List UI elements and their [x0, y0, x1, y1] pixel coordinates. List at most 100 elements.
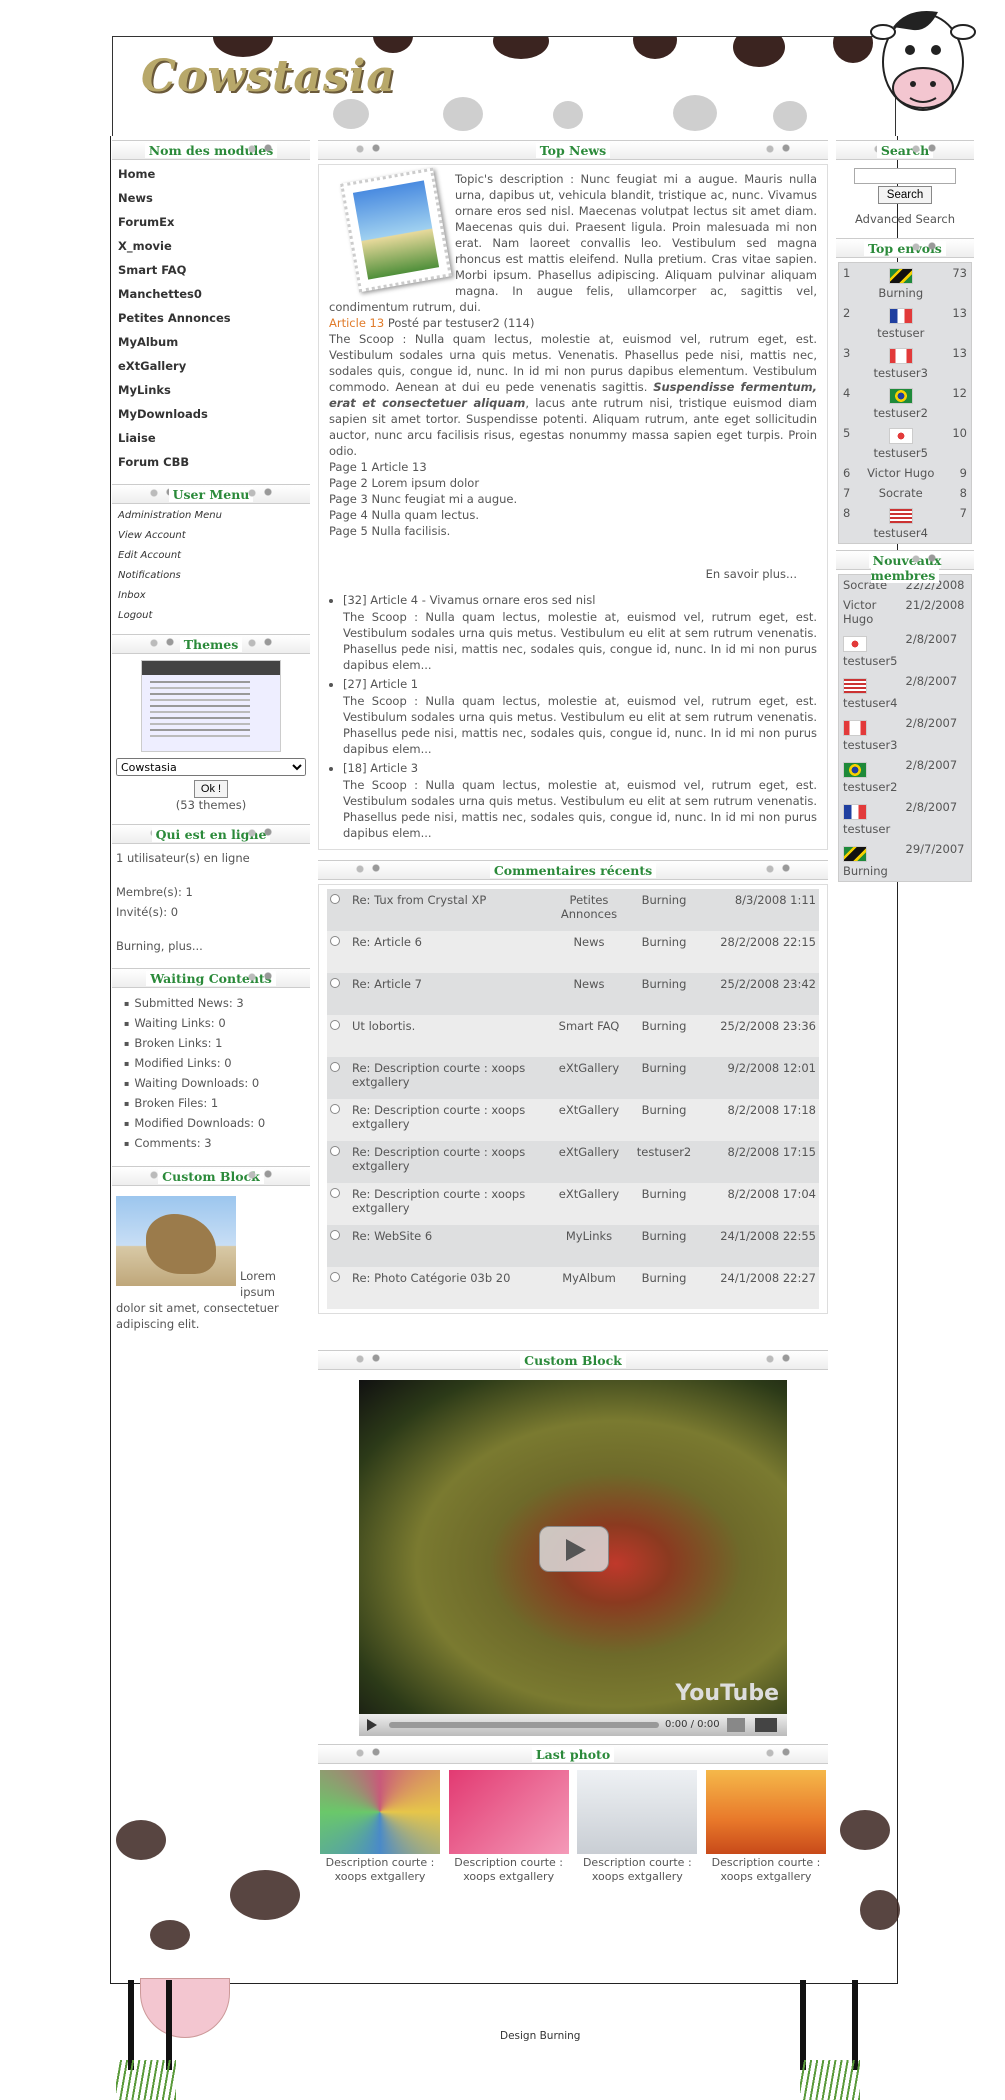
- comment-user[interactable]: Burning: [629, 1267, 699, 1309]
- volume-icon[interactable]: [727, 1718, 745, 1732]
- table-row[interactable]: Re: Article 7 News Burning 25/2/2008 23:42: [327, 973, 819, 1015]
- online-more-link[interactable]: Burning, plus...: [112, 936, 310, 956]
- comment-module[interactable]: MyAlbum: [549, 1267, 629, 1309]
- comment-module[interactable]: Petites Annonces: [549, 889, 629, 931]
- photo-thumb[interactable]: Description courte : xoops extgallery: [448, 1770, 569, 1884]
- menu-item-forumex[interactable]: ForumEx: [112, 212, 310, 236]
- user-menu-view-account[interactable]: View Account: [112, 528, 310, 548]
- fullscreen-icon[interactable]: [755, 1718, 777, 1732]
- menu-item-myalbum[interactable]: MyAlbum: [112, 332, 310, 356]
- new-member-name[interactable]: testuser5: [843, 654, 898, 668]
- page-link[interactable]: Page 3 Nunc feugiat mi a augue.: [329, 491, 817, 507]
- table-row[interactable]: Re: Description courte : xoops extgaller…: [327, 1057, 819, 1099]
- user-menu-logout[interactable]: Logout: [112, 608, 310, 628]
- photo-thumb[interactable]: Description courte : xoops extgallery: [577, 1770, 698, 1884]
- top-poster-name[interactable]: testuser2: [861, 406, 941, 420]
- user-menu-administration[interactable]: Administration Menu: [112, 508, 310, 528]
- comment-user[interactable]: testuser2: [629, 1141, 699, 1183]
- waiting-item[interactable]: Modified Downloads: 0: [124, 1114, 306, 1134]
- comment-user[interactable]: Burning: [629, 1015, 699, 1057]
- comment-subject[interactable]: Re: Tux from Crystal XP: [349, 889, 549, 931]
- comment-module[interactable]: MyLinks: [549, 1225, 629, 1267]
- menu-item-liaise[interactable]: Liaise: [112, 428, 310, 452]
- comment-module[interactable]: eXtGallery: [549, 1099, 629, 1141]
- menu-item-mydownloads[interactable]: MyDownloads: [112, 404, 310, 428]
- comment-user[interactable]: Burning: [629, 931, 699, 973]
- comment-user[interactable]: Burning: [629, 1099, 699, 1141]
- comment-subject[interactable]: Re: WebSite 6: [349, 1225, 549, 1267]
- comment-subject[interactable]: Re: Photo Catégorie 03b 20: [349, 1267, 549, 1309]
- new-member-name[interactable]: testuser3: [843, 738, 898, 752]
- user-menu-inbox[interactable]: Inbox: [112, 588, 310, 608]
- page-link[interactable]: Page 4 Nulla quam lectus.: [329, 507, 817, 523]
- table-row[interactable]: Re: Article 6 News Burning 28/2/2008 22:15: [327, 931, 819, 973]
- top-poster-name[interactable]: testuser4: [861, 526, 941, 540]
- comment-user[interactable]: Burning: [629, 973, 699, 1015]
- table-row[interactable]: Re: Photo Catégorie 03b 20 MyAlbum Burning…: [327, 1267, 819, 1309]
- site-logo[interactable]: Cowstasia: [141, 51, 396, 102]
- article-title-link[interactable]: [32] Article 4 - Vivamus ornare eros sed…: [343, 591, 817, 609]
- top-poster-name[interactable]: Socrate: [861, 486, 941, 500]
- menu-item-manchettes[interactable]: Manchettes0: [112, 284, 310, 308]
- read-more-link[interactable]: En savoir plus...: [329, 539, 817, 591]
- comment-subject[interactable]: Ut lobortis.: [349, 1015, 549, 1057]
- advanced-search-link[interactable]: Advanced Search: [836, 204, 974, 238]
- menu-item-petites-annonces[interactable]: Petites Annonces: [112, 308, 310, 332]
- page-link[interactable]: Page 5 Nulla facilisis.: [329, 523, 817, 539]
- video-player[interactable]: YouTube 0:00 / 0:00: [359, 1380, 787, 1736]
- waiting-item[interactable]: Comments: 3: [124, 1134, 306, 1154]
- new-member-name[interactable]: Burning: [843, 864, 898, 878]
- top-poster-name[interactable]: Burning: [861, 286, 941, 300]
- small-play-icon[interactable]: [367, 1719, 377, 1731]
- new-member-name[interactable]: testuser2: [843, 780, 898, 794]
- comment-module[interactable]: News: [549, 931, 629, 973]
- comment-subject[interactable]: Re: Article 6: [349, 931, 549, 973]
- waiting-item[interactable]: Broken Files: 1: [124, 1094, 306, 1114]
- article-title-link[interactable]: [27] Article 1: [343, 675, 817, 693]
- user-menu-edit-account[interactable]: Edit Account: [112, 548, 310, 568]
- comment-subject[interactable]: Re: Description courte : xoops extgaller…: [349, 1141, 549, 1183]
- menu-item-smart-faq[interactable]: Smart FAQ: [112, 260, 310, 284]
- new-member-name[interactable]: Victor Hugo: [843, 598, 898, 626]
- comment-module[interactable]: eXtGallery: [549, 1057, 629, 1099]
- comment-user[interactable]: Burning: [629, 1225, 699, 1267]
- table-row[interactable]: Re: Description courte : xoops extgaller…: [327, 1141, 819, 1183]
- seek-bar[interactable]: [389, 1722, 659, 1728]
- menu-item-mylinks[interactable]: MyLinks: [112, 380, 310, 404]
- comment-subject[interactable]: Re: Description courte : xoops extgaller…: [349, 1183, 549, 1225]
- table-row[interactable]: Re: Tux from Crystal XP Petites Annonces B…: [327, 889, 819, 931]
- search-input[interactable]: [854, 168, 956, 184]
- comment-subject[interactable]: Re: Article 7: [349, 973, 549, 1015]
- menu-item-x-movie[interactable]: X_movie: [112, 236, 310, 260]
- comment-module[interactable]: Smart FAQ: [549, 1015, 629, 1057]
- top-poster-name[interactable]: testuser3: [861, 366, 941, 380]
- play-icon[interactable]: [539, 1526, 609, 1572]
- table-row[interactable]: Re: Description courte : xoops extgaller…: [327, 1183, 819, 1225]
- comment-user[interactable]: Burning: [629, 1183, 699, 1225]
- comment-module[interactable]: eXtGallery: [549, 1183, 629, 1225]
- page-link[interactable]: Page 2 Lorem ipsum dolor: [329, 475, 817, 491]
- waiting-item[interactable]: Waiting Links: 0: [124, 1014, 306, 1034]
- top-poster-name[interactable]: testuser: [861, 326, 941, 340]
- article-link[interactable]: Article 13: [329, 316, 384, 330]
- theme-select[interactable]: Cowstasia: [116, 758, 306, 776]
- waiting-item[interactable]: Broken Links: 1: [124, 1034, 306, 1054]
- comment-module[interactable]: News: [549, 973, 629, 1015]
- top-poster-name[interactable]: Victor Hugo: [861, 466, 941, 480]
- menu-item-home[interactable]: Home: [112, 164, 310, 188]
- waiting-item[interactable]: Modified Links: 0: [124, 1054, 306, 1074]
- menu-item-extgallery[interactable]: eXtGallery: [112, 356, 310, 380]
- top-poster-name[interactable]: testuser5: [861, 446, 941, 460]
- photo-thumb[interactable]: Description courte : xoops extgallery: [320, 1770, 440, 1884]
- table-row[interactable]: Ut lobortis. Smart FAQ Burning 25/2/2008 23…: [327, 1015, 819, 1057]
- new-member-name[interactable]: testuser: [843, 822, 898, 836]
- article-title-link[interactable]: [18] Article 3: [343, 759, 817, 777]
- waiting-item[interactable]: Submitted News: 3: [124, 994, 306, 1014]
- photo-thumb[interactable]: Description courte : xoops extgallery: [705, 1770, 826, 1884]
- menu-item-forum-cbb[interactable]: Forum CBB: [112, 452, 310, 476]
- menu-item-news[interactable]: News: [112, 188, 310, 212]
- search-button[interactable]: Search: [878, 186, 932, 204]
- waiting-item[interactable]: Waiting Downloads: 0: [124, 1074, 306, 1094]
- user-menu-notifications[interactable]: Notifications: [112, 568, 310, 588]
- table-row[interactable]: Re: Description courte : xoops extgaller…: [327, 1099, 819, 1141]
